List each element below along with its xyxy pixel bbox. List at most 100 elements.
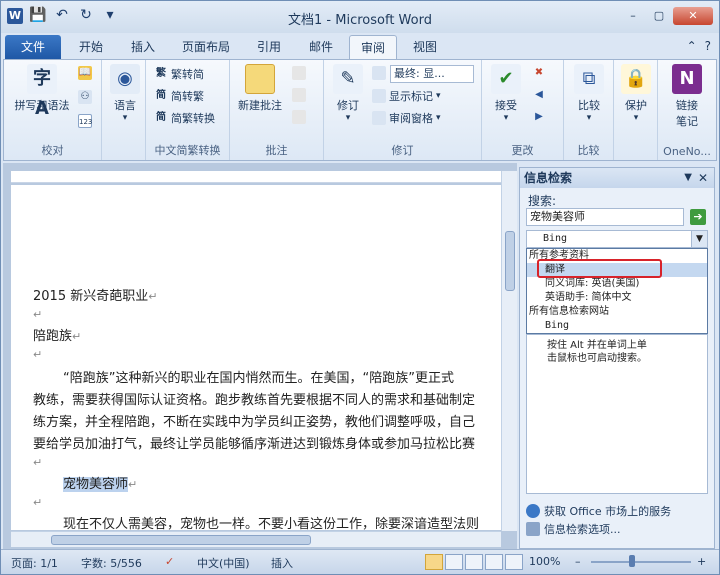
draft-view-button[interactable]	[505, 554, 523, 570]
previous-comment-button[interactable]	[292, 88, 306, 102]
protect-button[interactable]: 🔒 保护 ▾	[618, 64, 654, 123]
chevron-down-icon: ▾	[586, 113, 592, 123]
pane-options-icon[interactable]: ▼	[684, 168, 692, 188]
dropdown-item-thesaurus[interactable]: 同义词库: 英语(美国)	[527, 277, 707, 291]
title-bar: W 💾 ↶ ↻ ▾ 文档1 - Microsoft Word – ▢ ✕	[1, 1, 719, 33]
chevron-down-icon: ▾	[503, 113, 509, 123]
thesaurus-icon: ⚇	[78, 90, 92, 104]
ribbon: 字A 拼写和语法 📖 ⚇ 123 校对 ◉ 语言 ▾ 繁繁转简 简简转繁 简简繁…	[3, 59, 717, 161]
compare-button[interactable]: ⧉ 比较 ▾	[570, 64, 608, 123]
next-comment-button[interactable]	[292, 110, 306, 124]
reference-source-select[interactable]: Bing ▼	[526, 230, 708, 248]
office-marketplace-link[interactable]: 获取 Office 市场上的服务	[526, 502, 671, 520]
ribbon-tabs: 文件 开始 插入 页面布局 引用 邮件 审阅 视图 ⌃ ?	[1, 33, 719, 59]
zoom-level[interactable]: 100%	[529, 555, 560, 568]
reviewing-pane-button[interactable]: 审阅窗格 ▾	[372, 110, 441, 126]
display-combo[interactable]: 最终: 显...	[390, 65, 474, 83]
language-status[interactable]: 中文(中国)	[197, 555, 250, 571]
doc-line: 陪跑族↵	[33, 329, 82, 344]
show-markup-button[interactable]: 显示标记 ▾	[372, 88, 441, 104]
group-protect: 🔒 保护 ▾	[614, 60, 658, 160]
globe-icon	[526, 504, 540, 518]
tab-references[interactable]: 引用	[247, 35, 291, 59]
accept-button[interactable]: ✔ 接受 ▾	[486, 64, 526, 123]
horizontal-scrollbar[interactable]	[11, 531, 501, 547]
vertical-scrollbar[interactable]	[501, 171, 517, 531]
dropdown-item-bing[interactable]: Bing	[527, 319, 707, 333]
tab-view[interactable]: 视图	[403, 35, 447, 59]
research-results: 按住 Alt 并在单词上单 击鼠标也可启动搜索。	[526, 334, 708, 494]
tab-mailings[interactable]: 邮件	[299, 35, 343, 59]
minimize-ribbon-icon[interactable]: ⌃	[687, 39, 697, 53]
language-button[interactable]: ◉ 语言 ▾	[108, 64, 142, 123]
to-simplified-button[interactable]: 简简转繁	[154, 88, 204, 104]
delete-comment-button[interactable]	[292, 66, 306, 80]
dropdown-item-english-assistant[interactable]: 英语助手: 简体中文	[527, 291, 707, 305]
print-layout-view-button[interactable]	[425, 554, 443, 570]
reviewing-pane-icon	[372, 111, 386, 125]
outline-view-button[interactable]	[485, 554, 503, 570]
status-bar: 页面: 1/1 字数: 5/556 ✓ 中文(中国) 插入 100% – +	[1, 549, 719, 574]
vertical-scroll-thumb[interactable]	[505, 231, 515, 291]
selected-text[interactable]: 宠物美容师	[63, 477, 129, 492]
start-search-button[interactable]: ➔	[690, 209, 706, 225]
compare-icon: ⧉	[574, 64, 604, 94]
previous-change-button[interactable]: ◀	[532, 88, 546, 102]
conversion-button[interactable]: 简简繁转换	[154, 110, 215, 126]
web-layout-button[interactable]	[465, 554, 483, 570]
insert-mode[interactable]: 插入	[271, 555, 293, 571]
spelling-grammar-button[interactable]: 字A 拼写和语法	[10, 64, 74, 119]
onenote-icon: N	[672, 64, 702, 94]
new-comment-icon	[245, 64, 275, 94]
to-traditional-button[interactable]: 繁繁转简	[154, 66, 204, 82]
horizontal-scroll-thumb[interactable]	[51, 535, 311, 545]
tab-review[interactable]: 审阅	[349, 35, 397, 59]
display-for-review[interactable]	[372, 66, 386, 80]
page-top-edge	[11, 171, 501, 183]
search-input[interactable]: 宠物美容师	[526, 208, 684, 226]
reject-button[interactable]: ✖	[532, 66, 546, 80]
minimize-button[interactable]: –	[621, 7, 645, 25]
proofing-status-icon[interactable]: ✓	[165, 555, 174, 568]
chevron-down-icon: ▾	[122, 113, 128, 123]
research-options-link[interactable]: 信息检索选项...	[526, 520, 671, 538]
help-icon[interactable]: ?	[705, 39, 711, 53]
tab-page-layout[interactable]: 页面布局	[173, 35, 239, 59]
new-comment-button[interactable]: 新建批注	[232, 64, 288, 113]
search-hint: 按住 Alt 并在单词上单 击鼠标也可启动搜索。	[547, 340, 647, 364]
page-indicator[interactable]: 页面: 1/1	[11, 555, 58, 571]
tab-home[interactable]: 开始	[69, 35, 113, 59]
document-page[interactable]: 2015 新兴奇葩职业↵ ↵ 陪跑族↵ ↵ “陪跑族”这种新兴的职业在国内悄然而…	[11, 185, 501, 530]
close-pane-icon[interactable]: ✕	[698, 168, 708, 188]
close-button[interactable]: ✕	[673, 7, 713, 25]
full-screen-reading-button[interactable]	[445, 554, 463, 570]
group-label-chinese-conversion: 中文简繁转换	[154, 144, 221, 157]
zoom-in-button[interactable]: +	[697, 555, 706, 568]
delete-comment-icon	[292, 66, 306, 80]
tab-insert[interactable]: 插入	[121, 35, 165, 59]
group-proofing: 字A 拼写和语法 📖 ⚇ 123 校对	[4, 60, 102, 160]
dropdown-item-all-research-sites[interactable]: 所有信息检索网站	[527, 305, 707, 319]
zoom-slider[interactable]	[591, 561, 691, 563]
restore-button[interactable]: ▢	[647, 7, 671, 25]
word-count-button[interactable]: 123	[78, 114, 92, 128]
doc-line: 2015 新兴奇葩职业↵	[33, 289, 158, 304]
group-label-tracking: 修订	[391, 144, 414, 157]
track-changes-button[interactable]: ✎ 修订 ▾	[328, 64, 368, 123]
research-button[interactable]: 📖	[78, 66, 92, 80]
word-count[interactable]: 字数: 5/556	[81, 555, 142, 571]
research-icon: 📖	[78, 66, 92, 80]
tab-file[interactable]: 文件	[5, 35, 61, 59]
search-label: 搜索:	[528, 194, 557, 208]
thesaurus-button[interactable]: ⚇	[78, 90, 92, 104]
zoom-slider-thumb[interactable]	[629, 555, 635, 567]
research-pane-title: 信息检索 ▼ ✕	[520, 168, 714, 188]
doc-line: “陪跑族”这种新兴的职业在国内悄然而生。在美国，“陪跑族”更正式	[63, 371, 454, 386]
group-label-comments: 批注	[265, 144, 288, 157]
next-change-button[interactable]: ▶	[532, 110, 546, 124]
linked-notes-button[interactable]: N 链接 笔记	[664, 64, 710, 129]
chevron-down-icon[interactable]: ▼	[691, 231, 707, 247]
doc-line: ↵	[33, 308, 43, 321]
zoom-out-button[interactable]: –	[575, 555, 581, 568]
doc-line: 练方案，并全程陪跑，不断在实践中为学员纠正姿势，教他们调整呼吸，自己	[33, 415, 476, 430]
